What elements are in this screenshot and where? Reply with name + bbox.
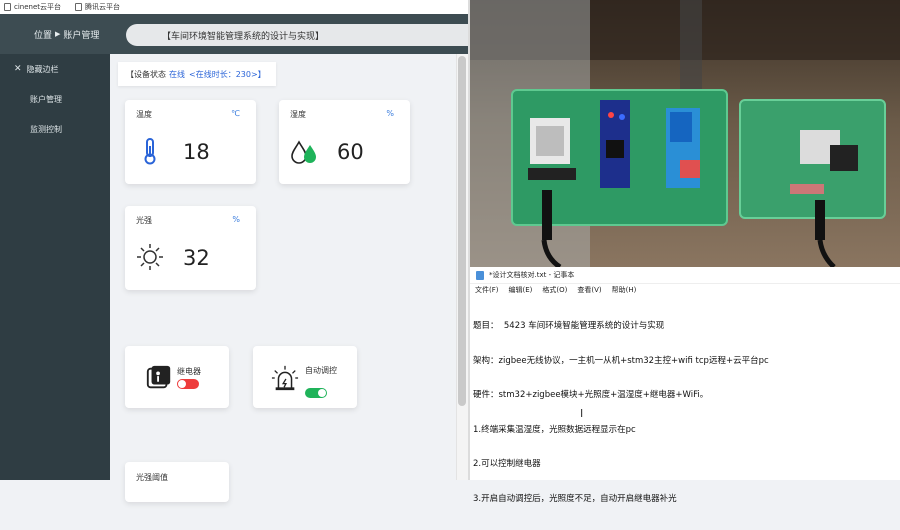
relay-card: 继电器 [125, 346, 229, 408]
bookmarks-bar: cinenet云平台 腾讯云平台 [0, 0, 474, 15]
menu-file[interactable]: 文件(F) [475, 285, 499, 295]
sidebar-item-monitor[interactable]: 监测控制 [0, 114, 110, 144]
bookmark-cinenet[interactable]: cinenet云平台 [4, 2, 61, 12]
sidebar-item-account[interactable]: 账户管理 [0, 84, 110, 114]
menu-edit[interactable]: 编辑(E) [509, 285, 533, 295]
text-line: 1.终端采集温湿度，光照数据远程显示在pc [473, 424, 636, 435]
text-line: 2.可以控制继电器 [473, 459, 541, 469]
text-cursor-icon: I [580, 407, 584, 420]
text-line: 架构：zigbee无线协议，一主机一从机+stm32主控+wifi tcp远程+… [473, 355, 769, 366]
sidebar-item-hide[interactable]: ✕ 隐藏边栏 [0, 54, 110, 84]
device-status: 【设备状态 在线 <在线时长：230>】 [118, 62, 276, 86]
main-content: 【设备状态 在线 <在线时长：230>】 温度 ℃ 18 湿度 % 60 光强 … [110, 54, 456, 502]
relay-label: 继电器 [177, 367, 201, 376]
status-duration: <在线时长：230>】 [189, 69, 266, 79]
relay-toggle[interactable] [177, 379, 199, 389]
notepad-menu: 文件(F) 编辑(E) 格式(O) 查看(V) 帮助(H) [470, 284, 900, 296]
notepad-icon [476, 270, 484, 280]
card-title: 温度 [136, 110, 152, 119]
bookmark-tencent[interactable]: 腾讯云平台 [75, 2, 120, 12]
sidebar: 位置 ▶ 账户管理 ✕ 隐藏边栏 账户管理 监测控制 [0, 14, 110, 480]
auto-control-toggle[interactable] [305, 388, 327, 398]
notepad-window: *设计文档核对.txt - 记事本 文件(F) 编辑(E) 格式(O) 查看(V… [470, 267, 900, 504]
text-line: 硬件：stm32+zigbee模块+光照度+温湿度+继电器+WiFi。 [473, 390, 709, 400]
card-unit: % [232, 215, 240, 224]
card-title: 湿度 [290, 110, 306, 119]
auto-control-card: 自动调控 [253, 346, 357, 408]
alarm-light-icon [271, 365, 299, 391]
threshold-card: 光强阈值 [125, 462, 229, 502]
relay-icon [146, 365, 171, 389]
close-icon: ✕ [14, 64, 22, 74]
menu-help[interactable]: 帮助(H) [612, 285, 637, 295]
triangle-right-icon: ▶ [55, 30, 61, 38]
humidity-value: 60 [337, 140, 364, 164]
card-unit: % [386, 109, 394, 118]
hardware-photo [470, 0, 900, 267]
page-icon [4, 3, 11, 11]
toggle-knob [318, 389, 326, 397]
header-bar: 【车间环境智能管理系统的设计与实现】 [110, 14, 486, 54]
menu-format[interactable]: 格式(O) [542, 285, 567, 295]
text-line: 3.开启自动调控后，光照度不足，自动开启继电器补光 [473, 493, 677, 504]
humidity-card: 湿度 % 60 [279, 100, 410, 184]
card-title: 光强 [136, 216, 152, 225]
notepad-text-area[interactable]: 题目： 5423 车间环境智能管理系统的设计与实现 架构：zigbee无线协议，… [470, 296, 900, 530]
toggle-knob [178, 380, 186, 388]
sun-icon [137, 244, 163, 270]
auto-control-label: 自动调控 [305, 366, 337, 375]
text-line: 题目： 5423 车间环境智能管理系统的设计与实现 [473, 321, 665, 331]
temperature-value: 18 [183, 140, 210, 164]
threshold-label: 光强阈值 [136, 473, 168, 482]
page-icon [75, 3, 83, 11]
menu-view[interactable]: 查看(V) [577, 285, 601, 295]
thermometer-icon [144, 138, 156, 165]
status-online: 在线 [169, 69, 185, 79]
hardware-photo-image [470, 0, 900, 267]
card-unit: ℃ [231, 109, 240, 118]
breadcrumb: 【车间环境智能管理系统的设计与实现】 [126, 24, 486, 46]
temperature-card: 温度 ℃ 18 [125, 100, 256, 184]
light-card: 光强 % 32 [125, 206, 256, 290]
water-drop-icon [291, 140, 316, 164]
light-value: 32 [183, 246, 210, 270]
scrollbar-thumb[interactable] [458, 56, 466, 406]
sidebar-location: 位置 ▶ 账户管理 [0, 14, 110, 54]
notepad-titlebar: *设计文档核对.txt - 记事本 [470, 267, 900, 284]
notepad-title: *设计文档核对.txt - 记事本 [489, 271, 575, 279]
